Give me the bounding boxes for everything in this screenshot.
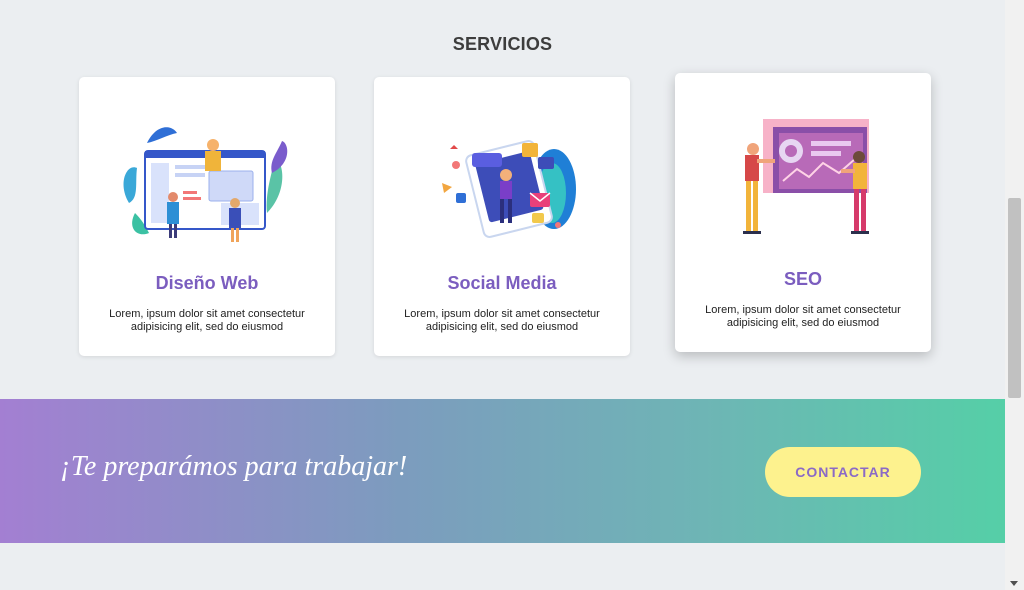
card-description-line: Lorem, ipsum dolor sit amet consectetur <box>109 308 305 320</box>
banner-headline: ¡Te preparámos para trabajar! <box>60 451 408 482</box>
card-description-line: adipisicing elit, sed do eiusmod <box>425 321 579 333</box>
vertical-scrollbar[interactable] <box>1005 0 1024 590</box>
card-description: Lorem, ipsum dolor sit amet consectetur … <box>703 304 903 330</box>
card-description: Lorem, ipsum dolor sit amet consectetur … <box>107 308 307 334</box>
contact-button[interactable]: CONTACTAR <box>765 447 921 497</box>
seo-illustration <box>743 119 869 234</box>
service-card-web-design[interactable]: Diseño Web Lorem, ipsum dolor sit amet c… <box>79 77 335 356</box>
card-description-line: adipisicing elit, sed do eiusmod <box>130 321 284 333</box>
card-title: Social Media <box>447 273 557 293</box>
service-card-seo[interactable]: SEO Lorem, ipsum dolor sit amet consecte… <box>675 73 931 352</box>
card-description-line: Lorem, ipsum dolor sit amet consectetur <box>404 308 600 320</box>
social-media-illustration <box>442 140 576 238</box>
card-description-line: Lorem, ipsum dolor sit amet consectetur <box>705 304 901 316</box>
service-card-social-media[interactable]: Social Media Lorem, ipsum dolor sit amet… <box>374 77 630 356</box>
scroll-down-arrow-icon[interactable] <box>1010 581 1018 586</box>
card-title: SEO <box>783 269 822 289</box>
card-title: Diseño Web <box>155 273 259 293</box>
section-title: SERVICIOS <box>452 34 553 54</box>
cta-banner: ¡Te preparámos para trabajar! CONTACTAR <box>0 399 1005 543</box>
scrollbar-thumb[interactable] <box>1008 198 1021 398</box>
card-description-line: adipisicing elit, sed do eiusmod <box>726 317 880 329</box>
web-design-illustration <box>123 127 288 242</box>
card-description: Lorem, ipsum dolor sit amet consectetur … <box>402 308 602 334</box>
